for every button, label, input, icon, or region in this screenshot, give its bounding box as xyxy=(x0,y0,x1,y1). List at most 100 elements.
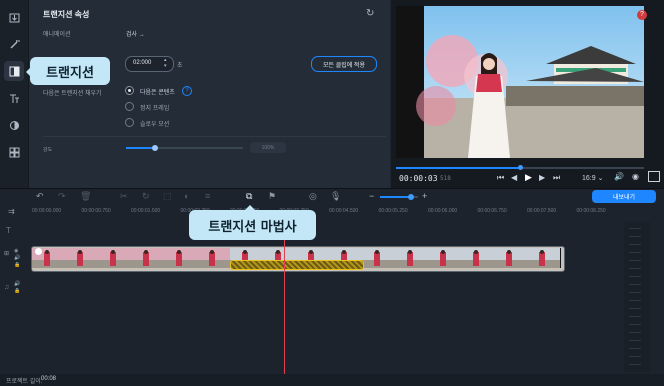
time-tick-label: 00:00:05.250 xyxy=(378,208,408,214)
level-tick xyxy=(629,300,641,301)
delete-icon[interactable]: 🗑 xyxy=(80,191,91,202)
play-icon[interactable]: ▶ xyxy=(525,172,532,183)
callout-pointer xyxy=(245,205,255,210)
time-tick-label: 00:00:06.000 xyxy=(428,208,458,214)
audio-record-icon[interactable]: ◎ xyxy=(309,191,317,202)
clip-thumbnail xyxy=(98,248,132,268)
status-bar: 프로젝트 길이: 00:08 xyxy=(0,374,664,386)
level-tick xyxy=(629,284,641,285)
video-preview xyxy=(396,6,644,158)
level-tick xyxy=(629,236,641,237)
help-badge-icon[interactable]: ? xyxy=(637,10,647,20)
zoom-slider[interactable] xyxy=(380,194,418,200)
divider xyxy=(0,188,664,189)
strength-value[interactable]: 100% xyxy=(250,142,286,153)
clip-thumbnail xyxy=(395,248,429,268)
time-tick-label: 00:00:00.750 xyxy=(81,208,111,214)
level-tick xyxy=(629,332,641,333)
filters-icon[interactable] xyxy=(4,115,24,135)
time-tick-label: 00:00:08.250 xyxy=(576,208,606,214)
redo-icon[interactable]: ↷ xyxy=(58,191,66,202)
go-end-icon[interactable]: ⏭ xyxy=(553,173,560,183)
go-start-icon[interactable]: ⏮ xyxy=(497,173,504,183)
level-tick xyxy=(629,340,641,341)
transitions-callout: 트랜지션 xyxy=(30,57,110,85)
next-frame-icon[interactable]: ▶ xyxy=(539,173,545,182)
animation-select[interactable]: 검사 → xyxy=(126,29,145,38)
radio-slow-motion[interactable] xyxy=(125,118,134,127)
more-icon[interactable] xyxy=(4,142,24,162)
level-tick xyxy=(629,348,641,349)
transitions-icon[interactable] xyxy=(4,61,24,81)
current-time-frac: 518 xyxy=(440,175,451,182)
strength-label: 강도 xyxy=(43,147,53,153)
level-tick xyxy=(629,260,641,261)
clip-thumbnail xyxy=(494,248,528,268)
timeline-panel xyxy=(0,188,664,374)
time-tick-label: 00:00:07.500 xyxy=(527,208,557,214)
volume-icon[interactable]: 🔊 xyxy=(614,172,624,181)
crop-icon[interactable]: ⬚ xyxy=(163,191,172,202)
zoom-out-icon[interactable]: − xyxy=(369,191,374,201)
microphone-icon[interactable]: 🎙 xyxy=(330,191,341,202)
level-tick xyxy=(629,292,641,293)
duration-unit: 초 xyxy=(177,63,183,69)
export-button[interactable]: 내보내기 xyxy=(592,190,656,203)
snapshot-icon[interactable]: ◉ xyxy=(632,172,639,181)
add-track-icon[interactable]: ⇉ xyxy=(8,207,15,216)
callout-pointer xyxy=(26,67,31,77)
duration-value: 02:000 xyxy=(133,60,152,66)
current-time: 00:00:03 xyxy=(399,174,438,183)
divider xyxy=(43,136,386,137)
option-freeze-label: 정지 프레임 xyxy=(140,106,170,112)
playback-progress[interactable] xyxy=(396,165,644,170)
level-tick xyxy=(629,228,641,229)
help-icon[interactable]: ? xyxy=(182,86,192,96)
fullscreen-icon[interactable] xyxy=(648,171,660,182)
track-controls-icon[interactable]: ◉ 🔊 🔒 xyxy=(14,248,20,269)
clip-flag-icon xyxy=(35,248,42,255)
radio-freeze-frame[interactable] xyxy=(125,102,134,111)
magic-wand-icon[interactable] xyxy=(4,34,24,54)
clip-thumbnail xyxy=(461,248,495,268)
time-tick-label: 00:00:04.500 xyxy=(329,208,359,214)
clip-properties-icon[interactable]: ≡ xyxy=(205,191,210,201)
apply-all-button[interactable]: 모든 클립에 적용 xyxy=(311,56,377,72)
wizard-callout: 트랜지션 마법사 xyxy=(189,210,316,240)
clip-thumbnail xyxy=(428,248,462,268)
titles-icon[interactable] xyxy=(4,88,24,108)
duration-stepper-icon[interactable]: ▴ ▾ xyxy=(164,57,167,69)
text-track-icon: T xyxy=(6,226,11,235)
duration-field[interactable]: 02:000 ▴ ▾ xyxy=(125,56,174,72)
clip-thumbnail xyxy=(362,248,396,268)
transition-block[interactable] xyxy=(230,260,364,270)
aspect-ratio-select[interactable]: 16:9 ⌄ xyxy=(582,174,603,182)
animation-label: 애니메이션 xyxy=(43,32,71,38)
radio-next-content[interactable] xyxy=(125,86,134,95)
audio-track-icon: ♫ xyxy=(4,284,10,291)
panel-title: 트랜지션 속성 xyxy=(43,10,90,19)
level-tick xyxy=(629,276,641,277)
level-tick xyxy=(629,324,641,325)
rotate-icon[interactable]: ↻ xyxy=(142,191,150,202)
option-slow-label: 슬로우 모션 xyxy=(140,122,170,128)
level-tick xyxy=(629,356,641,357)
transition-wizard-icon[interactable]: ⧉ xyxy=(246,191,252,202)
marker-icon[interactable]: ⚑ xyxy=(268,191,276,202)
strength-slider[interactable] xyxy=(126,145,243,151)
undo-icon[interactable]: ↶ xyxy=(36,191,44,202)
import-icon[interactable] xyxy=(4,7,24,27)
clip-thumbnail xyxy=(197,248,231,268)
color-adjust-icon[interactable]: ◐ xyxy=(184,191,189,201)
level-tick xyxy=(629,268,641,269)
reset-icon[interactable]: ↻ xyxy=(366,8,374,19)
video-track-icon: ⊞ xyxy=(4,251,10,257)
prev-frame-icon[interactable]: ◀ xyxy=(511,173,517,182)
time-tick-label: 00:00:06.750 xyxy=(477,208,507,214)
audio-track-controls-icon[interactable]: 🔊 🔒 xyxy=(14,281,20,295)
cut-icon[interactable]: ✂ xyxy=(120,191,128,202)
level-tick xyxy=(629,364,641,365)
zoom-in-icon[interactable]: + xyxy=(422,191,427,201)
playhead[interactable] xyxy=(284,234,285,374)
level-tick xyxy=(629,316,641,317)
